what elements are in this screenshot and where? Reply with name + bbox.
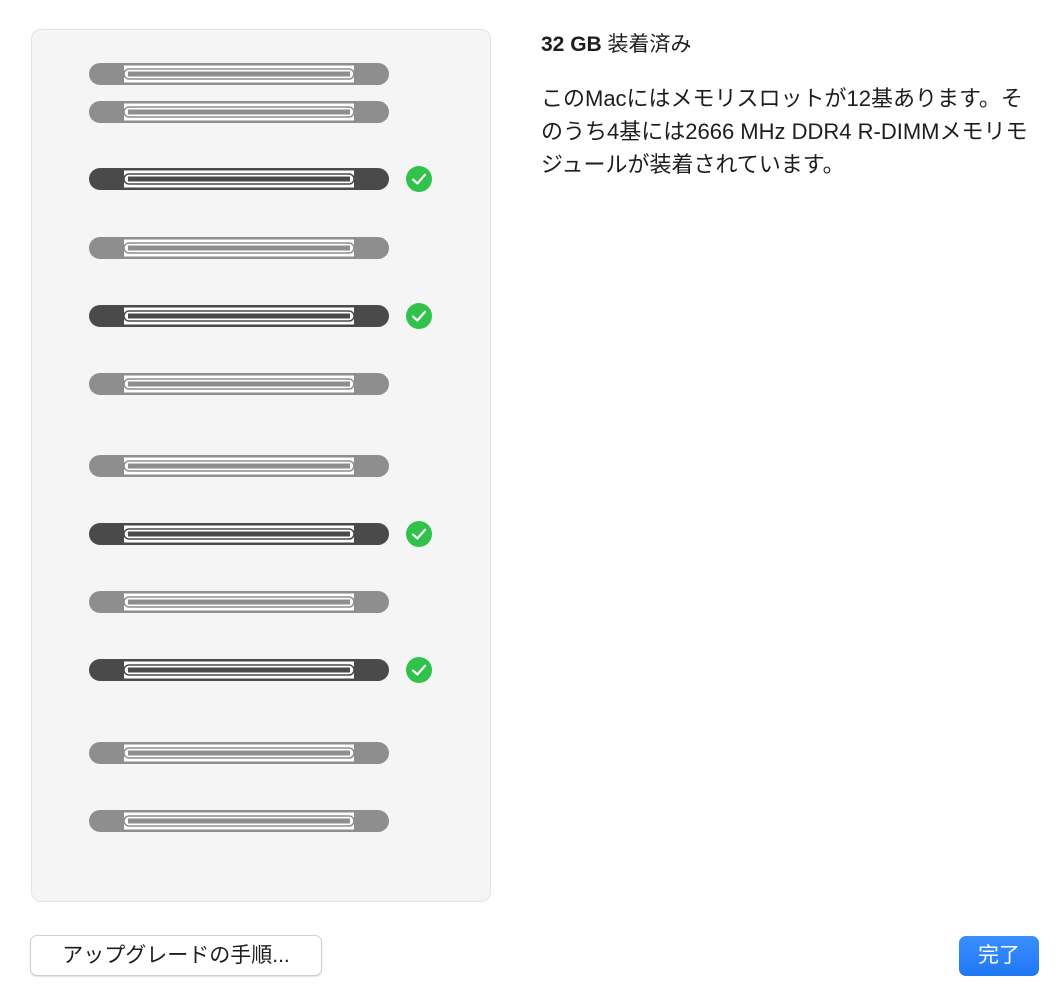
memory-slot-empty: [89, 741, 389, 765]
memory-slot-empty: [89, 809, 389, 833]
memory-slot-empty: [89, 236, 389, 260]
memory-slot-empty: [89, 454, 389, 478]
memory-installed-label: 装着済み: [607, 33, 692, 56]
memory-heading: 32 GB 装着済み: [541, 30, 1041, 60]
memory-slot-empty: [89, 590, 389, 614]
memory-module-installed: [89, 658, 389, 682]
checkmark-icon: [406, 166, 432, 192]
memory-module-installed: [89, 522, 389, 546]
memory-module-installed: [89, 167, 389, 191]
upgrade-instructions-button[interactable]: アップグレードの手順...: [30, 935, 322, 976]
memory-slots-panel: [31, 29, 491, 902]
memory-slot-empty: [89, 100, 389, 124]
memory-slot-empty: [89, 372, 389, 396]
checkmark-icon: [406, 521, 432, 547]
memory-slot-empty: [89, 62, 389, 86]
checkmark-icon: [406, 303, 432, 329]
memory-module-installed: [89, 304, 389, 328]
memory-description: このMacにはメモリスロットが12基あります。そのうち4基には2666 MHz …: [541, 86, 1028, 177]
memory-capacity: 32 GB: [541, 33, 602, 56]
done-button[interactable]: 完了: [959, 936, 1039, 976]
checkmark-icon: [406, 657, 432, 683]
memory-dialog: 32 GB 装着済み このMacにはメモリスロットが12基あります。そのうち4基…: [0, 0, 1060, 994]
memory-info: 32 GB 装着済み このMacにはメモリスロットが12基あります。そのうち4基…: [541, 30, 1041, 181]
